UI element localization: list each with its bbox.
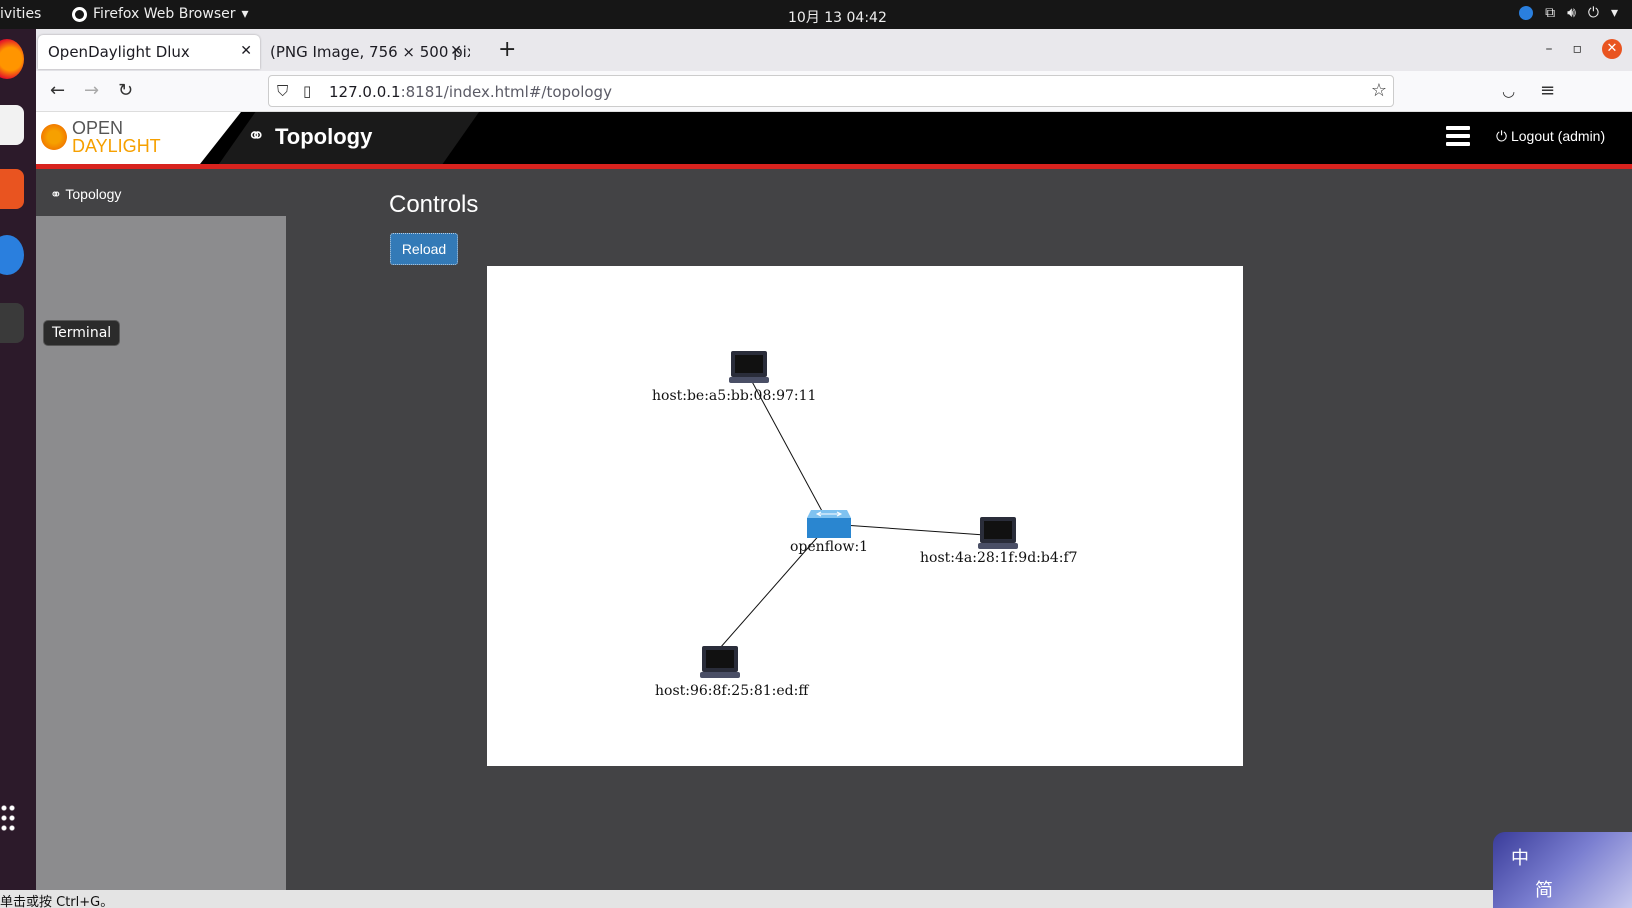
url-path: :8181/index.html#/topology <box>400 83 612 101</box>
close-icon[interactable]: ✕ <box>450 43 462 59</box>
host-node[interactable] <box>978 517 1018 549</box>
topology-link <box>828 523 1000 537</box>
browser-nav-bar: ← → ↻ ⛉ ▯ 127.0.0.1:8181/index.html#/top… <box>36 71 1632 112</box>
url-bar[interactable]: ⛉ ▯ 127.0.0.1:8181/index.html#/topology … <box>268 75 1394 107</box>
host-label: host:be:a5:bb:08:97:11 <box>652 388 816 404</box>
reload-button[interactable]: Reload <box>390 233 458 265</box>
browser-tab-bar: OpenDaylight Dlux ✕ (PNG Image, 756 × 50… <box>36 29 1632 71</box>
app-menu[interactable]: Firefox Web Browser ▾ <box>72 6 249 22</box>
header-accent-line <box>36 164 1632 169</box>
host-label: host:96:8f:25:81:ed:ff <box>655 683 809 699</box>
sidebar-header: ⚭ Topology <box>36 172 286 216</box>
dock <box>0 29 36 890</box>
page-title: Topology <box>275 124 373 149</box>
url-text[interactable]: 127.0.0.1:8181/index.html#/topology <box>329 83 612 101</box>
pocket-icon[interactable]: ◡ <box>1502 82 1515 100</box>
logout-button[interactable]: ⏻ Logout (admin) <box>1496 128 1605 145</box>
ime-mode-label: 中 <box>1511 848 1529 869</box>
tab-label: (PNG Image, 756 × 500 pixels) <box>270 43 470 61</box>
software-dock-icon[interactable] <box>0 169 24 209</box>
controls-heading: Controls <box>389 191 479 218</box>
page-icon: ▯ <box>303 82 312 100</box>
switch-node[interactable] <box>807 510 851 538</box>
back-icon[interactable]: ← <box>50 80 65 101</box>
url-host: 127.0.0.1 <box>329 83 401 101</box>
input-method-widget[interactable]: 中 简 <box>1493 832 1632 908</box>
sidebar <box>36 216 286 890</box>
status-text: 单击或按 Ctrl+G。 <box>0 895 114 908</box>
files-dock-icon[interactable] <box>0 105 24 145</box>
firefox-dock-icon[interactable] <box>0 39 24 79</box>
terminal-dock-icon[interactable] <box>0 303 24 343</box>
power-icon: ⏻ <box>1587 5 1599 21</box>
sidebar-item-topology[interactable]: ⚭ Topology <box>50 186 121 203</box>
bookmark-star-icon[interactable]: ☆ <box>1371 80 1387 101</box>
logo[interactable]: OPEN DAYLIGHT <box>36 112 241 164</box>
new-tab-icon[interactable]: + <box>498 37 516 62</box>
chevron-down-icon: ▾ <box>1610 5 1618 21</box>
close-icon[interactable]: ✕ <box>240 43 252 59</box>
forward-icon[interactable]: → <box>84 80 99 101</box>
topology-graph[interactable]: host:be:a5:bb:08:97:11 openflow:1 host:4… <box>487 266 1243 766</box>
logout-label: Logout (admin) <box>1510 128 1606 144</box>
switch-label: openflow:1 <box>790 539 868 555</box>
logo-text-bottom: DAYLIGHT <box>72 136 161 156</box>
minimize-icon[interactable]: – <box>1546 41 1553 57</box>
host-node[interactable] <box>729 351 769 383</box>
tab-png-image[interactable]: (PNG Image, 756 × 500 pixels) ✕ <box>260 35 470 69</box>
window-close-icon[interactable]: ✕ <box>1602 39 1622 59</box>
show-apps-icon[interactable] <box>0 803 16 833</box>
maximize-icon[interactable]: ▫ <box>1573 41 1583 57</box>
app-menu-label: Firefox Web Browser <box>93 6 236 22</box>
activities-button[interactable]: ivities <box>0 6 41 22</box>
volume-icon: 🔊︎ <box>1567 5 1576 21</box>
topology-canvas[interactable]: host:be:a5:bb:08:97:11 openflow:1 host:4… <box>487 266 1243 766</box>
status-bar: 单击或按 Ctrl+G。 <box>0 890 1632 908</box>
system-tray[interactable]: ⧉ 🔊︎ ⏻ ▾ <box>1519 5 1618 21</box>
hamburger-menu-icon[interactable] <box>1446 126 1470 146</box>
opendaylight-flower-icon <box>39 122 69 152</box>
app-header: OPEN DAYLIGHT ⚭ Topology ⏻ Logout (admin… <box>36 112 1632 164</box>
sidebar-item-label: Topology <box>65 186 122 202</box>
reload-page-icon[interactable]: ↻ <box>118 80 133 101</box>
host-label: host:4a:28:1f:9d:b4:f7 <box>920 550 1078 566</box>
menu-icon[interactable]: ≡ <box>1540 80 1555 101</box>
chevron-down-icon: ▾ <box>241 6 249 22</box>
page-title-area: ⚭ Topology <box>219 112 479 164</box>
window-controls: – ▫ ✕ <box>1546 39 1622 59</box>
shield-icon[interactable]: ⛉ <box>277 82 288 100</box>
ime-script-label: 简 <box>1535 880 1553 901</box>
link-icon: ⚭ <box>247 124 266 149</box>
clock[interactable]: 10月 13 04:42 <box>788 7 887 27</box>
status-indicator-icon[interactable] <box>1519 6 1534 20</box>
network-icon: ⧉ <box>1545 5 1556 21</box>
tab-label: OpenDaylight Dlux <box>48 43 190 61</box>
help-dock-icon[interactable] <box>0 235 24 275</box>
terminal-tooltip: Terminal <box>43 320 121 346</box>
tab-opendaylight[interactable]: OpenDaylight Dlux ✕ <box>38 35 260 69</box>
system-top-bar: ivities Firefox Web Browser ▾ 10月 13 04:… <box>0 0 1632 29</box>
firefox-icon <box>72 6 87 22</box>
host-node[interactable] <box>700 646 740 678</box>
